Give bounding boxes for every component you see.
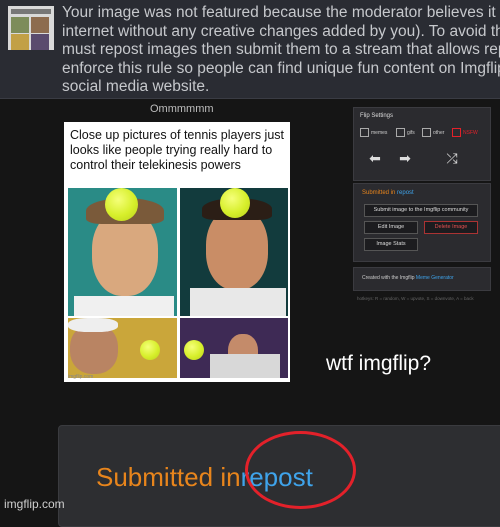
delete-image-button[interactable]: Delete Image	[424, 221, 478, 234]
notice-thumbnail	[8, 6, 54, 50]
memes-checkbox[interactable]: memes	[360, 128, 387, 137]
repost-notice-banner: Your image was not featured because the …	[0, 0, 500, 99]
zoomed-submitted-word: Submitted	[96, 462, 214, 492]
repost-stream-link[interactable]: repost	[397, 190, 414, 196]
image-stats-button[interactable]: Image Stats	[364, 238, 418, 251]
submitted-label: Submitted in repost	[362, 190, 414, 196]
player-photo-3	[68, 318, 177, 378]
player-photo-2	[180, 188, 288, 316]
player-photo-4	[180, 318, 288, 378]
shuffle-icon[interactable]: ⤮	[430, 148, 474, 168]
flip-settings-panel: Flip Settings memes gifs other NSFW ⬅ ➡ …	[353, 107, 491, 181]
flip-settings-title: Flip Settings	[360, 113, 394, 119]
meme-image[interactable]: Close up pictures of tennis players just…	[64, 122, 290, 382]
zoomed-in-word: in	[220, 462, 241, 492]
prev-arrow-icon[interactable]: ⬅	[358, 148, 392, 168]
player-photo-1	[68, 188, 177, 316]
submit-to-community-button[interactable]: Submit image to the Imgflip community	[364, 204, 478, 217]
meme-title: Ommmmmm	[150, 103, 214, 115]
imgflip-watermark: imgflip.com	[4, 497, 65, 511]
created-with-panel: Created with the Imgflip Meme Generator	[353, 267, 491, 291]
submitted-panel: Submitted in repost Submit image to the …	[353, 183, 491, 262]
red-highlight-circle	[245, 431, 356, 509]
edit-image-button[interactable]: Edit Image	[364, 221, 418, 234]
created-with-label: Created with the Imgflip	[362, 275, 415, 281]
meme-watermark: imgflip.com	[68, 374, 94, 380]
hotkeys-hint: hotkeys: R = random, W = upvote, S = dow…	[357, 296, 474, 301]
meme-generator-link[interactable]: Meme Generator	[416, 275, 454, 281]
notice-text: Your image was not featured because the …	[62, 4, 500, 95]
next-arrow-icon[interactable]: ➡	[388, 148, 422, 168]
overlay-caption: wtf imgflip?	[326, 352, 432, 375]
nsfw-checkbox[interactable]: NSFW	[452, 128, 478, 137]
gifs-checkbox[interactable]: gifs	[396, 128, 415, 137]
other-checkbox[interactable]: other	[422, 128, 444, 137]
meme-caption: Close up pictures of tennis players just…	[70, 128, 284, 172]
